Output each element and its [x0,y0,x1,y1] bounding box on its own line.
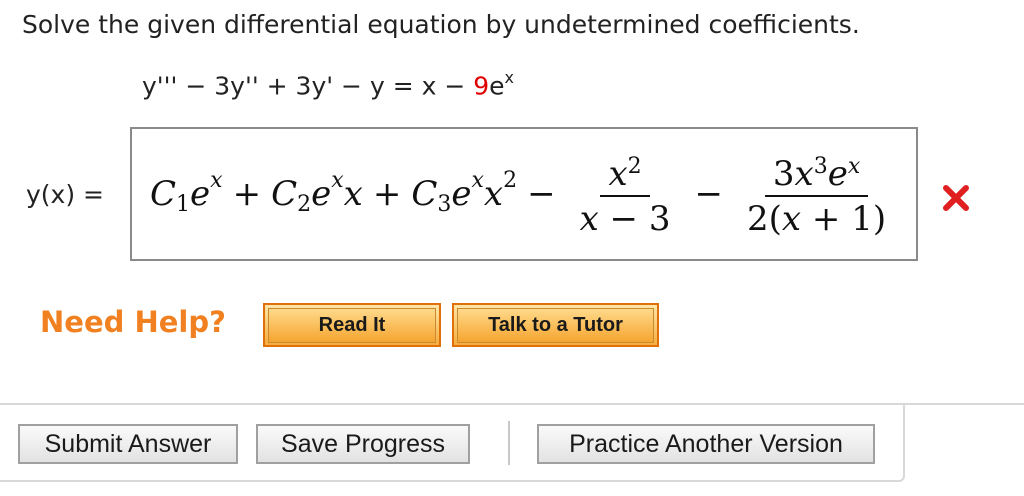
talk-to-tutor-label: Talk to a Tutor [457,307,654,343]
equation-coefficient: 9 [473,71,490,101]
answer-label: y(x) = [26,180,104,209]
answer-expression: C1ex + C2exx + C3exx2 − x2 x − 3 − 3x3ex… [150,129,900,259]
need-help-heading: Need Help? [40,305,226,339]
x-mark-icon [943,185,969,211]
equation-exp-power: x [504,68,514,87]
differential-equation: y''' − 3y'' + 3y' − y = x − 9ex [142,68,514,101]
answer-fraction-1: x2 x − 3 [579,154,671,240]
read-it-label: Read It [268,307,436,343]
practice-another-version-button[interactable]: Practice Another Version [537,424,875,464]
read-it-button[interactable]: Read It [263,303,441,347]
button-divider [508,421,510,465]
answer-input[interactable]: C1ex + C2exx + C3exx2 − x2 x − 3 − 3x3ex… [130,127,918,261]
panel-border [905,403,1024,405]
talk-to-tutor-button[interactable]: Talk to a Tutor [452,303,659,347]
submit-answer-button[interactable]: Submit Answer [18,424,238,464]
equation-exp-base: e [489,71,505,101]
answer-fraction-2: 3x3ex 2(x + 1) [747,154,887,240]
question-prompt: Solve the given differential equation by… [22,10,860,39]
save-progress-button[interactable]: Save Progress [256,424,470,464]
equation-lhs: y''' − 3y'' + 3y' − y = x − [142,71,474,101]
